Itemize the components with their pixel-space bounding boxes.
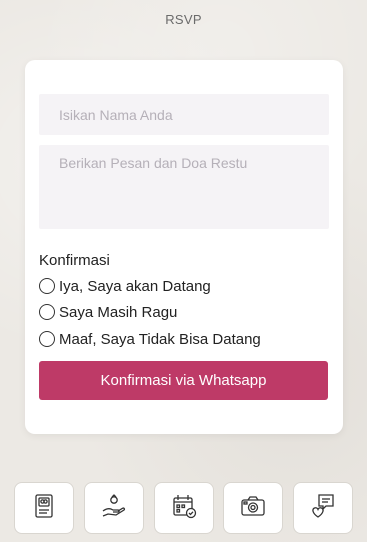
ring-hand-icon: [100, 492, 128, 525]
option-attending[interactable]: Iya, Saya akan Datang: [39, 275, 211, 297]
calendar-icon: [170, 492, 198, 525]
confirm-label: Konfirmasi: [39, 252, 110, 269]
bottom-nav: [0, 482, 367, 542]
option-unsure[interactable]: Saya Masih Ragu: [39, 301, 177, 323]
nav-event-button[interactable]: [83, 482, 144, 534]
rsvp-card: Konfirmasi Iya, Saya akan Datang Saya Ma…: [25, 60, 343, 434]
submit-whatsapp-button[interactable]: Konfirmasi via Whatsapp: [39, 361, 328, 400]
radio-button[interactable]: [39, 331, 55, 347]
page-title: RSVP: [165, 12, 202, 27]
nav-calendar-button[interactable]: [153, 482, 214, 534]
option-label: Saya Masih Ragu: [59, 303, 178, 321]
message-heart-icon: [309, 492, 337, 525]
nav-gallery-button[interactable]: [223, 482, 284, 534]
option-label: Iya, Saya akan Datang: [59, 277, 211, 295]
name-input[interactable]: [39, 94, 329, 135]
camera-icon: [239, 492, 267, 525]
nav-message-button[interactable]: [293, 482, 353, 534]
couple-card-icon: [30, 492, 58, 525]
option-label: Maaf, Saya Tidak Bisa Datang: [59, 330, 261, 348]
option-not-attending[interactable]: Maaf, Saya Tidak Bisa Datang: [39, 328, 261, 350]
radio-button[interactable]: [39, 304, 55, 320]
radio-button[interactable]: [39, 278, 55, 294]
message-input[interactable]: [39, 145, 329, 229]
nav-couple-button[interactable]: [14, 482, 74, 534]
